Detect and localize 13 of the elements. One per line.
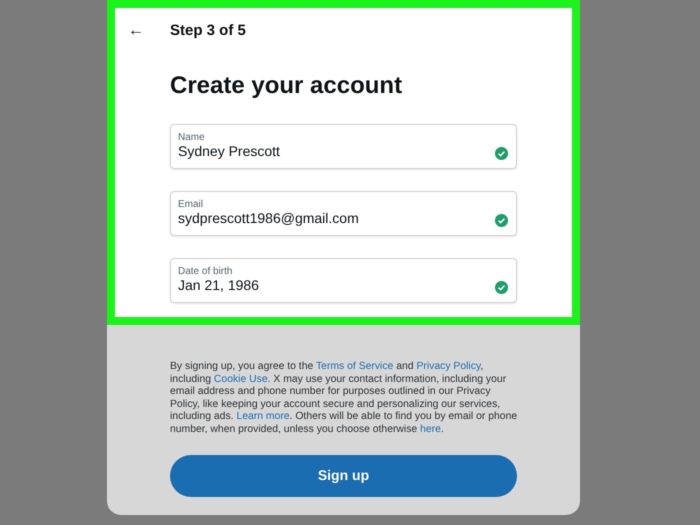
legal-notice: By signing up, you agree to the Terms of Service and Privacy Policy, including Cookie Use. X may use your contact information, including your email address and phone number for purposes outlined in our Privacy Policy, like keeping your account secure and personalizing our services, including ads. Learn more. Others will be able to find you by email or phone number, when provided, unless you choose otherwise here. (170, 361, 518, 437)
text-link[interactable]: Cookie Use (214, 374, 268, 385)
text-link[interactable]: Privacy Policy (416, 361, 480, 372)
text-link[interactable]: Terms of Service (316, 361, 394, 372)
text-link[interactable]: Learn more (236, 411, 290, 422)
sign-up-button[interactable]: Sign up (170, 454, 517, 497)
text-field[interactable]: Email sydprescott1986@gmail.com (170, 191, 517, 236)
page-title: Create your account (170, 71, 404, 101)
text-field[interactable]: Date of birth Jan 21, 1986 (170, 258, 517, 303)
text-field[interactable]: Name Sydney Prescott (170, 124, 517, 169)
back-button[interactable]: ← (128, 23, 144, 39)
text-link[interactable]: here (420, 424, 441, 435)
step-indicator: Step 3 of 5 (170, 20, 246, 41)
